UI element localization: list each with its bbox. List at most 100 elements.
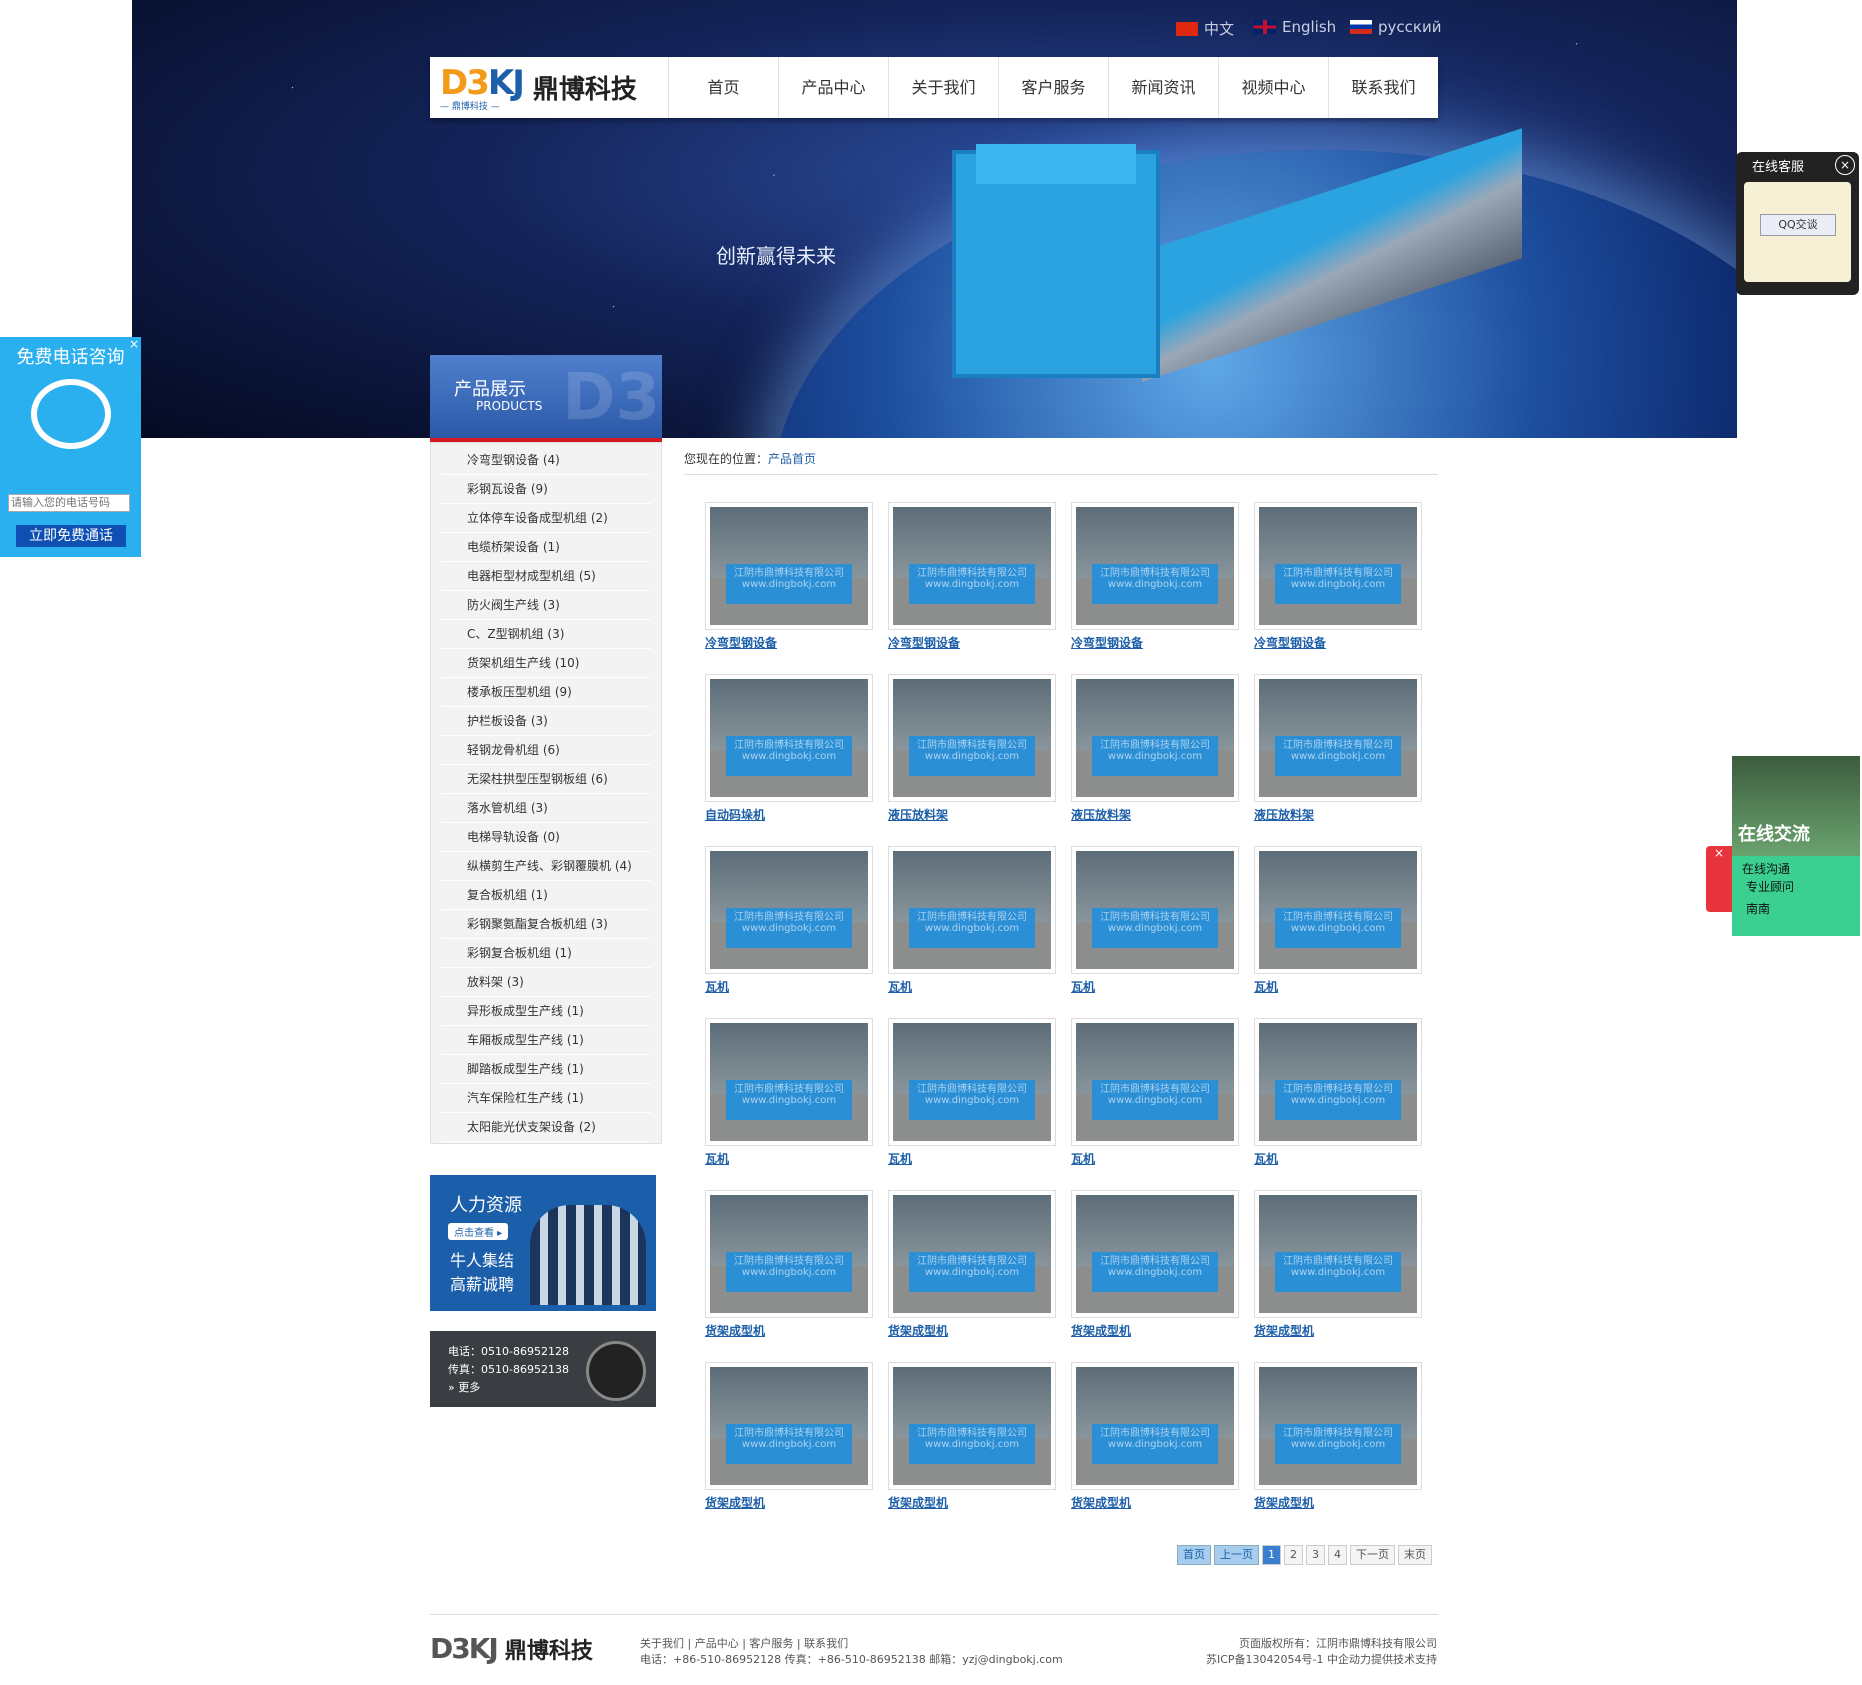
- category-item[interactable]: 防火阀生产线 (3): [441, 592, 651, 620]
- product-card[interactable]: 江阴市鼎博科技有限公司 www.dingbokj.com 货架成型机: [705, 1362, 875, 1511]
- product-card[interactable]: 江阴市鼎博科技有限公司 www.dingbokj.com 液压放料架: [888, 674, 1058, 823]
- pager-last[interactable]: 末页: [1398, 1545, 1432, 1565]
- pager-page-2[interactable]: 2: [1284, 1545, 1303, 1565]
- product-card[interactable]: 江阴市鼎博科技有限公司 www.dingbokj.com 冷弯型钢设备: [1071, 502, 1241, 651]
- pager-page-3[interactable]: 3: [1306, 1545, 1325, 1565]
- category-item[interactable]: 彩钢瓦设备 (9): [441, 476, 651, 504]
- category-item[interactable]: 脚踏板成型生产线 (1): [441, 1056, 651, 1084]
- category-item[interactable]: 纵横剪生产线、彩钢覆膜机 (4): [441, 853, 651, 881]
- product-image[interactable]: 江阴市鼎博科技有限公司 www.dingbokj.com: [1254, 502, 1422, 630]
- category-item[interactable]: 汽车保险杠生产线 (1): [441, 1085, 651, 1113]
- category-item[interactable]: 放料架 (3): [441, 969, 651, 997]
- product-card[interactable]: 江阴市鼎博科技有限公司 www.dingbokj.com 货架成型机: [888, 1362, 1058, 1511]
- pager-prev[interactable]: 上一页: [1214, 1545, 1259, 1565]
- category-item[interactable]: 护栏板设备 (3): [441, 708, 651, 736]
- chat-line2[interactable]: 专业顾问: [1746, 878, 1794, 895]
- close-icon[interactable]: ×: [1835, 155, 1855, 175]
- product-image[interactable]: 江阴市鼎博科技有限公司 www.dingbokj.com: [705, 1190, 873, 1318]
- product-card[interactable]: 江阴市鼎博科技有限公司 www.dingbokj.com 冷弯型钢设备: [888, 502, 1058, 651]
- product-title[interactable]: 液压放料架: [1254, 806, 1424, 823]
- nav-service[interactable]: 客户服务: [998, 57, 1108, 118]
- category-item[interactable]: 太阳能光伏支架设备 (2): [441, 1114, 651, 1142]
- product-image[interactable]: 江阴市鼎博科技有限公司 www.dingbokj.com: [1254, 674, 1422, 802]
- nav-about[interactable]: 关于我们: [888, 57, 998, 118]
- product-title[interactable]: 货架成型机: [888, 1494, 1058, 1511]
- product-card[interactable]: 江阴市鼎博科技有限公司 www.dingbokj.com 货架成型机: [1254, 1190, 1424, 1339]
- product-card[interactable]: 江阴市鼎博科技有限公司 www.dingbokj.com 瓦机: [888, 1018, 1058, 1167]
- free-call-button[interactable]: 立即免费通话: [16, 525, 126, 547]
- product-card[interactable]: 江阴市鼎博科技有限公司 www.dingbokj.com 瓦机: [1071, 1018, 1241, 1167]
- product-image[interactable]: 江阴市鼎博科技有限公司 www.dingbokj.com: [1071, 1190, 1239, 1318]
- chat-line3[interactable]: 南南: [1746, 900, 1770, 917]
- product-title[interactable]: 自动码垛机: [705, 806, 875, 823]
- product-title[interactable]: 液压放料架: [1071, 806, 1241, 823]
- breadcrumb-link[interactable]: 产品首页: [768, 452, 816, 466]
- hr-banner[interactable]: 人力资源 点击查看 ▸ 牛人集结 高薪诚聘: [430, 1175, 656, 1311]
- phone-number-input[interactable]: [8, 494, 130, 512]
- category-item[interactable]: C、Z型钢机组 (3): [441, 621, 651, 649]
- product-card[interactable]: 江阴市鼎博科技有限公司 www.dingbokj.com 货架成型机: [1071, 1190, 1241, 1339]
- product-title[interactable]: 货架成型机: [705, 1494, 875, 1511]
- product-card[interactable]: 江阴市鼎博科技有限公司 www.dingbokj.com 瓦机: [705, 1018, 875, 1167]
- product-image[interactable]: 江阴市鼎博科技有限公司 www.dingbokj.com: [705, 674, 873, 802]
- nav-news[interactable]: 新闻资讯: [1108, 57, 1218, 118]
- product-image[interactable]: 江阴市鼎博科技有限公司 www.dingbokj.com: [1071, 1018, 1239, 1146]
- product-title[interactable]: 瓦机: [888, 1150, 1058, 1167]
- product-title[interactable]: 货架成型机: [1071, 1322, 1241, 1339]
- product-card[interactable]: 江阴市鼎博科技有限公司 www.dingbokj.com 自动码垛机: [705, 674, 875, 823]
- product-image[interactable]: 江阴市鼎博科技有限公司 www.dingbokj.com: [705, 1018, 873, 1146]
- category-item[interactable]: 电梯导轨设备 (0): [441, 824, 651, 852]
- product-card[interactable]: 江阴市鼎博科技有限公司 www.dingbokj.com 冷弯型钢设备: [1254, 502, 1424, 651]
- lang-russian[interactable]: русский: [1350, 18, 1441, 36]
- nav-contact[interactable]: 联系我们: [1328, 57, 1438, 118]
- category-item[interactable]: 货架机组生产线 (10): [441, 650, 651, 678]
- pager-first[interactable]: 首页: [1177, 1545, 1211, 1565]
- product-image[interactable]: 江阴市鼎博科技有限公司 www.dingbokj.com: [888, 846, 1056, 974]
- product-card[interactable]: 江阴市鼎博科技有限公司 www.dingbokj.com 货架成型机: [1254, 1362, 1424, 1511]
- product-title[interactable]: 瓦机: [705, 978, 875, 995]
- product-card[interactable]: 江阴市鼎博科技有限公司 www.dingbokj.com 瓦机: [888, 846, 1058, 995]
- product-image[interactable]: 江阴市鼎博科技有限公司 www.dingbokj.com: [1071, 846, 1239, 974]
- hr-view-button[interactable]: 点击查看 ▸: [448, 1223, 509, 1240]
- product-title[interactable]: 瓦机: [1071, 978, 1241, 995]
- lang-chinese[interactable]: 中文: [1176, 18, 1234, 39]
- product-card[interactable]: 江阴市鼎博科技有限公司 www.dingbokj.com 瓦机: [1254, 846, 1424, 995]
- product-image[interactable]: 江阴市鼎博科技有限公司 www.dingbokj.com: [705, 846, 873, 974]
- product-card[interactable]: 江阴市鼎博科技有限公司 www.dingbokj.com 冷弯型钢设备: [705, 502, 875, 651]
- product-image[interactable]: 江阴市鼎博科技有限公司 www.dingbokj.com: [888, 502, 1056, 630]
- category-item[interactable]: 复合板机组 (1): [441, 882, 651, 910]
- site-logo[interactable]: D3KJ — 鼎博科技 — 鼎博科技: [430, 57, 668, 118]
- product-image[interactable]: 江阴市鼎博科技有限公司 www.dingbokj.com: [1254, 1018, 1422, 1146]
- pager-page-1[interactable]: 1: [1262, 1545, 1281, 1565]
- contact-more-link[interactable]: » 更多: [448, 1379, 480, 1395]
- pager-page-4[interactable]: 4: [1328, 1545, 1347, 1565]
- product-card[interactable]: 江阴市鼎博科技有限公司 www.dingbokj.com 货架成型机: [1071, 1362, 1241, 1511]
- product-title[interactable]: 瓦机: [1254, 1150, 1424, 1167]
- nav-home[interactable]: 首页: [668, 57, 778, 118]
- product-image[interactable]: 江阴市鼎博科技有限公司 www.dingbokj.com: [888, 674, 1056, 802]
- product-card[interactable]: 江阴市鼎博科技有限公司 www.dingbokj.com 货架成型机: [705, 1190, 875, 1339]
- product-card[interactable]: 江阴市鼎博科技有限公司 www.dingbokj.com 瓦机: [705, 846, 875, 995]
- product-card[interactable]: 江阴市鼎博科技有限公司 www.dingbokj.com 液压放料架: [1254, 674, 1424, 823]
- online-chat-widget[interactable]: 在线交流 在线沟通 专业顾问 南南: [1732, 756, 1860, 936]
- close-icon[interactable]: ×: [129, 337, 139, 351]
- product-image[interactable]: 江阴市鼎博科技有限公司 www.dingbokj.com: [888, 1362, 1056, 1490]
- product-title[interactable]: 货架成型机: [705, 1322, 875, 1339]
- product-card[interactable]: 江阴市鼎博科技有限公司 www.dingbokj.com 货架成型机: [888, 1190, 1058, 1339]
- nav-products[interactable]: 产品中心: [778, 57, 888, 118]
- product-title[interactable]: 瓦机: [1254, 978, 1424, 995]
- category-item[interactable]: 电器柜型材成型机组 (5): [441, 563, 651, 591]
- category-item[interactable]: 电缆桥架设备 (1): [441, 534, 651, 562]
- product-card[interactable]: 江阴市鼎博科技有限公司 www.dingbokj.com 瓦机: [1071, 846, 1241, 995]
- product-title[interactable]: 瓦机: [888, 978, 1058, 995]
- product-title[interactable]: 货架成型机: [1254, 1322, 1424, 1339]
- product-title[interactable]: 瓦机: [705, 1150, 875, 1167]
- product-title[interactable]: 液压放料架: [888, 806, 1058, 823]
- product-title[interactable]: 冷弯型钢设备: [1254, 634, 1424, 651]
- product-title[interactable]: 货架成型机: [1071, 1494, 1241, 1511]
- product-card[interactable]: 江阴市鼎博科技有限公司 www.dingbokj.com 瓦机: [1254, 1018, 1424, 1167]
- category-item[interactable]: 轻钢龙骨机组 (6): [441, 737, 651, 765]
- footer-nav-links[interactable]: 关于我们 | 产品中心 | 客户服务 | 联系我们: [640, 1636, 1063, 1652]
- product-title[interactable]: 瓦机: [1071, 1150, 1241, 1167]
- category-item[interactable]: 冷弯型钢设备 (4): [441, 447, 651, 475]
